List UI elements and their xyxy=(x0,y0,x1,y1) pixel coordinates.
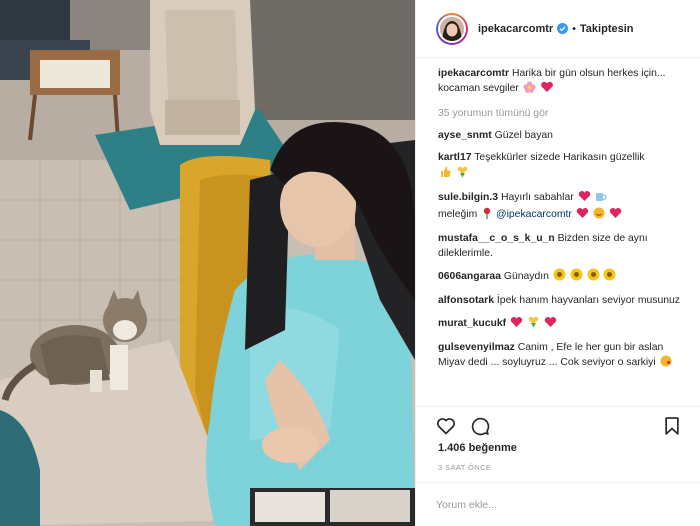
heart-emoji-icon xyxy=(578,190,591,207)
comment-input[interactable] xyxy=(436,498,680,511)
follow-status-button[interactable]: Takiptesin xyxy=(580,23,634,35)
thumbs-up-emoji-icon xyxy=(439,165,452,183)
comment-bubble-icon[interactable] xyxy=(470,416,490,436)
verified-badge-icon xyxy=(557,23,569,34)
comment-username[interactable]: murat_kucukf xyxy=(438,318,506,329)
comment-text: Teşekkürler sizede Harikasın güzellik xyxy=(474,152,645,163)
caption-username[interactable]: ipekacarcomtr xyxy=(438,68,509,79)
view-all-comments-link[interactable]: 35 yorumun tümünü gör xyxy=(438,108,684,119)
add-comment-bar xyxy=(416,482,700,526)
comment-text: Hayırlı sabahlar xyxy=(500,192,574,203)
post-timestamp: 3 SAAT ÖNCE xyxy=(438,463,492,472)
comment-text: Günaydın xyxy=(503,271,549,282)
comment-item: sule.bilgin.3 Hayırlı sabahlar meleğim @… xyxy=(438,190,684,224)
comments-list: ipekacarcomtr Harika bir gün olsun herke… xyxy=(416,66,700,379)
sparkling-heart-emoji-icon xyxy=(540,81,554,98)
post-photo[interactable] xyxy=(0,0,415,526)
heart-emoji-icon xyxy=(510,316,523,333)
comment-text-continued: meleğim xyxy=(438,209,478,220)
coffee-cup-emoji-icon xyxy=(594,190,608,207)
post-actions-bar xyxy=(416,406,700,438)
flower-emoji-icon xyxy=(523,81,536,98)
post-caption: ipekacarcomtr Harika bir gün olsun herke… xyxy=(438,66,684,98)
comment-item: alfonsotark İpek hanım hayvanları seviyo… xyxy=(438,293,684,308)
like-count[interactable]: 1.406 beğenme xyxy=(438,442,517,454)
comment-item: murat_kucukf xyxy=(438,315,684,333)
post-details-panel: ipekacarcomtr • Takiptesin ipekacarcomtr… xyxy=(415,0,700,526)
comment-text: Güzel bayan xyxy=(494,130,553,141)
kissing-face-emoji-icon xyxy=(660,355,672,372)
comment-item: mustafa__c_o_s_k_u_n Bizden size de aynı… xyxy=(438,231,684,261)
comment-item: 0606angaraa Günaydın xyxy=(438,268,684,286)
photo-scene xyxy=(0,0,415,526)
sunflower-emoji-icon xyxy=(570,268,583,286)
comment-item: kartl17 Teşekkürler sizede Harikasın güz… xyxy=(438,150,684,183)
bouquet-emoji-icon xyxy=(527,315,540,333)
avatar-image xyxy=(440,16,464,41)
post-author-username[interactable]: ipekacarcomtr xyxy=(478,23,553,35)
smiling-face-emoji-icon xyxy=(593,207,605,224)
comment-mention-link[interactable]: @ipekacarcomtr xyxy=(496,209,572,220)
avatar-story-ring[interactable] xyxy=(436,12,468,45)
comment-item: gulsevenyilmaz Canim , Efe le her gun bi… xyxy=(438,340,684,372)
heart-emoji-icon xyxy=(609,207,622,224)
separator-dot: • xyxy=(572,22,576,35)
comment-username[interactable]: sule.bilgin.3 xyxy=(438,192,498,203)
comment-username[interactable]: ayse_snmt xyxy=(438,130,492,141)
sunflower-emoji-icon xyxy=(553,268,566,286)
comment-username[interactable]: gulsevenyilmaz xyxy=(438,342,515,353)
sunflower-emoji-icon xyxy=(587,268,600,286)
sunflower-emoji-icon xyxy=(603,268,616,286)
comment-username[interactable]: 0606angaraa xyxy=(438,271,501,282)
rose-emoji-icon xyxy=(481,207,493,224)
avatar[interactable] xyxy=(438,14,466,43)
comment-username[interactable]: kartl17 xyxy=(438,152,472,163)
bookmark-icon[interactable] xyxy=(662,416,682,436)
heart-icon[interactable] xyxy=(436,416,456,436)
comment-username[interactable]: alfonsotark xyxy=(438,295,494,306)
bouquet-emoji-icon xyxy=(456,165,469,183)
heart-emoji-icon xyxy=(576,207,589,224)
comment-text: İpek hanım hayvanları seviyor musunuz xyxy=(496,295,680,306)
post-header: ipekacarcomtr • Takiptesin xyxy=(416,0,700,58)
comment-item: ayse_snmt Güzel bayan xyxy=(438,128,684,143)
heart-emoji-icon xyxy=(544,316,557,333)
comment-username[interactable]: mustafa__c_o_s_k_u_n xyxy=(438,233,555,244)
